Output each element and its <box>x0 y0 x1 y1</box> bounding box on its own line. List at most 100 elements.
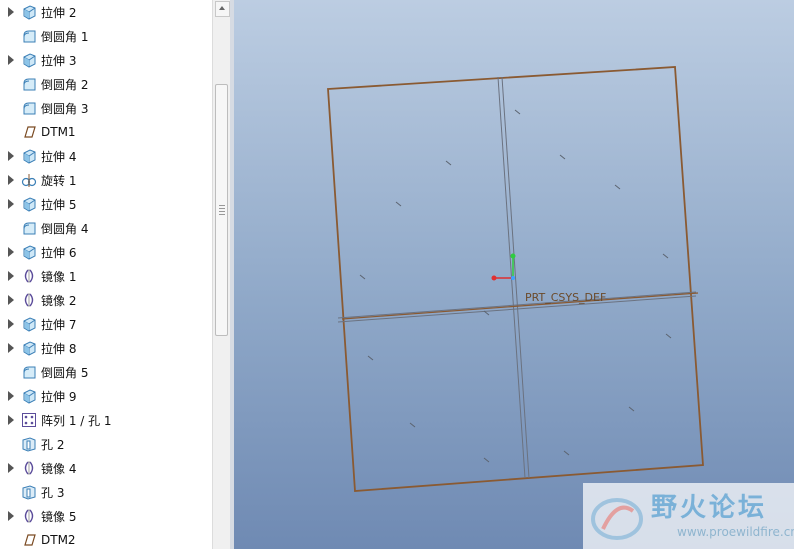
tree-scrollbar[interactable] <box>212 0 230 549</box>
tree-item-label: 倒圆角 2 <box>41 77 89 92</box>
round-icon <box>21 76 37 92</box>
tree-item[interactable]: 镜像 2 <box>0 288 212 312</box>
tree-item[interactable]: 倒圆角 1 <box>0 24 212 48</box>
expand-arrow-icon[interactable] <box>3 288 17 312</box>
extrude-icon <box>21 244 37 260</box>
watermark-logo-icon <box>591 498 643 540</box>
mirror-icon <box>21 292 37 308</box>
tree-item[interactable]: 倒圆角 2 <box>0 72 212 96</box>
tree-item[interactable]: 阵列 1 / 孔 1 <box>0 408 212 432</box>
expand-arrow-icon[interactable] <box>3 312 17 336</box>
tree-item[interactable]: 拉伸 6 <box>0 240 212 264</box>
tree-item-label: 孔 3 <box>41 485 65 500</box>
tree-item[interactable]: 倒圆角 3 <box>0 96 212 120</box>
tree-item[interactable]: 拉伸 7 <box>0 312 212 336</box>
extrude-icon <box>21 196 37 212</box>
expand-arrow-icon[interactable] <box>3 192 17 216</box>
tree-item[interactable]: DTM2 <box>0 528 212 549</box>
tree-item-label: 拉伸 6 <box>41 245 77 260</box>
datum-plane-icon <box>21 124 37 140</box>
tree-item[interactable]: DTM1 <box>0 120 212 144</box>
expand-arrow-icon[interactable] <box>3 264 17 288</box>
graphics-viewport[interactable]: PRT_CSYS_DEF <box>234 0 794 549</box>
tree-item-label: 阵列 1 / 孔 1 <box>41 413 112 428</box>
extrude-icon <box>21 388 37 404</box>
extrude-icon <box>21 52 37 68</box>
mirror-icon <box>21 508 37 524</box>
datum-axis <box>341 292 699 320</box>
expand-arrow-icon[interactable] <box>3 504 17 528</box>
scroll-thumb[interactable] <box>215 84 228 336</box>
revolve-icon <box>21 172 37 188</box>
tree-item[interactable]: 拉伸 2 <box>0 0 212 24</box>
tree-item-label: DTM2 <box>41 533 76 547</box>
hole-icon <box>21 436 37 452</box>
tree-item[interactable]: 拉伸 4 <box>0 144 212 168</box>
model-tree: 拉伸 2 倒圆角 1 拉伸 3 倒圆角 2 倒圆角 3 DTM1 拉伸 4 旋转 1 拉伸 5 倒… <box>0 0 212 549</box>
scroll-up-arrow-icon[interactable] <box>215 1 230 17</box>
tree-item[interactable]: 镜像 1 <box>0 264 212 288</box>
tree-item-label: 倒圆角 3 <box>41 101 89 116</box>
expand-arrow-icon[interactable] <box>3 336 17 360</box>
tree-item-label: 旋转 1 <box>41 173 77 188</box>
tree-item[interactable]: 孔 3 <box>0 480 212 504</box>
tree-item-label: 拉伸 2 <box>41 5 77 20</box>
datum-axis-line <box>341 292 699 320</box>
tree-item[interactable]: 拉伸 9 <box>0 384 212 408</box>
tree-item[interactable]: 镜像 4 <box>0 456 212 480</box>
expand-arrow-icon[interactable] <box>3 0 17 24</box>
scroll-grip-icon <box>219 205 225 215</box>
tree-item[interactable]: 旋转 1 <box>0 168 212 192</box>
tree-item[interactable]: 倒圆角 4 <box>0 216 212 240</box>
tree-item-label: 孔 2 <box>41 437 65 452</box>
expand-arrow-icon[interactable] <box>3 384 17 408</box>
tree-item-label: 镜像 5 <box>41 509 77 524</box>
tree-item[interactable]: 孔 2 <box>0 432 212 456</box>
extrude-icon <box>21 340 37 356</box>
tree-item[interactable]: 拉伸 8 <box>0 336 212 360</box>
tree-item-label: 拉伸 7 <box>41 317 77 332</box>
tree-item-label: 拉伸 9 <box>41 389 77 404</box>
pattern-icon <box>21 412 37 428</box>
watermark: 野火论坛 www.proewildfire.cn <box>583 483 794 549</box>
inner-lines <box>337 76 697 479</box>
mirror-icon <box>21 460 37 476</box>
surface-marks <box>359 109 672 463</box>
tree-item-label: DTM1 <box>41 125 76 139</box>
round-icon <box>21 100 37 116</box>
round-icon <box>21 220 37 236</box>
tree-item-label: 镜像 2 <box>41 293 77 308</box>
expand-arrow-icon[interactable] <box>3 144 17 168</box>
tree-item[interactable]: 拉伸 3 <box>0 48 212 72</box>
csys-label: PRT_CSYS_DEF <box>525 291 606 304</box>
tree-item[interactable]: 拉伸 5 <box>0 192 212 216</box>
expand-arrow-icon[interactable] <box>3 408 17 432</box>
watermark-url: www.proewildfire.cn <box>677 525 794 539</box>
tree-item[interactable]: 镜像 5 <box>0 504 212 528</box>
extrude-icon <box>21 148 37 164</box>
expand-arrow-icon[interactable] <box>3 456 17 480</box>
round-icon <box>21 28 37 44</box>
tree-item[interactable]: 倒圆角 5 <box>0 360 212 384</box>
tree-item-label: 拉伸 8 <box>41 341 77 356</box>
extrude-icon <box>21 4 37 20</box>
tree-item-label: 镜像 4 <box>41 461 77 476</box>
tree-item-label: 倒圆角 1 <box>41 29 89 44</box>
mirror-icon <box>21 268 37 284</box>
tree-item-label: 拉伸 5 <box>41 197 77 212</box>
expand-arrow-icon[interactable] <box>3 168 17 192</box>
tree-item-label: 倒圆角 4 <box>41 221 89 236</box>
hole-icon <box>21 484 37 500</box>
extrude-icon <box>21 316 37 332</box>
expand-arrow-icon[interactable] <box>3 48 17 72</box>
expand-arrow-icon[interactable] <box>3 240 17 264</box>
